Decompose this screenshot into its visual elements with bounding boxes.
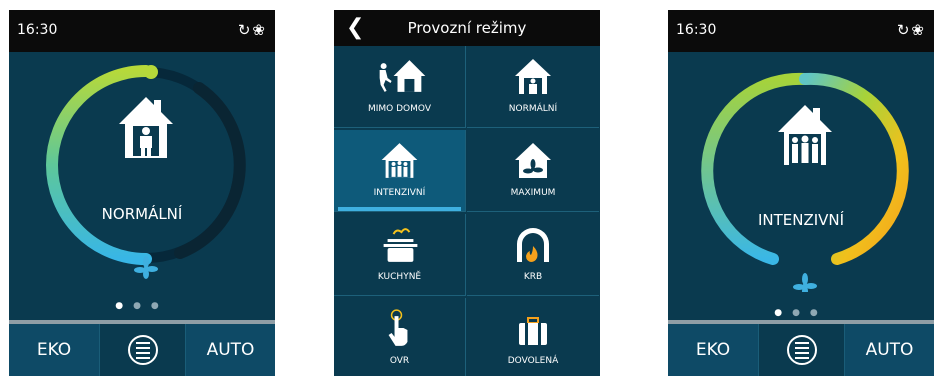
screen-operating-modes: ❮ Provozní režimy MIMO DOMOV NORMÁLNÍ IN… [334, 10, 600, 376]
ring-progress-left [701, 72, 811, 265]
screen-normal-mode: 16:30 ↻❀ NORMÁLNÍ ●●● EKO AUTO [9, 10, 275, 376]
refresh-icon: ↻ [896, 21, 912, 39]
mode-tile-kuchyne[interactable]: KUCHYNĚ [334, 214, 466, 296]
menu-icon [786, 335, 817, 365]
fireplace-icon [517, 228, 549, 262]
fan-icon: ❀ [911, 21, 926, 39]
bottom-bar: EKO AUTO [668, 320, 934, 376]
mode-tile-label: MIMO DOMOV [368, 104, 431, 114]
auto-button[interactable]: AUTO [845, 324, 934, 376]
mode-tile-maximum[interactable]: MAXIMUM [467, 130, 599, 212]
mode-tile-label: KUCHYNĚ [377, 272, 422, 282]
mode-tile-label: NORMÁLNÍ [508, 104, 558, 114]
mode-tile-label: OVR [389, 356, 410, 366]
intensive-home-icon [381, 143, 418, 178]
page-title: Provozní režimy [407, 19, 527, 37]
away-home-icon [379, 60, 426, 92]
cooking-pot-icon [383, 228, 418, 262]
eko-button[interactable]: EKO [668, 324, 758, 376]
bottom-bar: EKO AUTO [9, 320, 275, 376]
mode-tile-label: DOVOLENÁ [507, 356, 559, 366]
mode-ring [701, 72, 909, 292]
mode-tile-label: MAXIMUM [510, 188, 556, 198]
mode-tile-label: INTENZIVNÍ [373, 188, 426, 198]
screen-intensive-mode: 16:30 ↻❀ INTENZIVNÍ ●●● EKO AUTO [668, 10, 934, 376]
touch-hand-icon [388, 309, 408, 346]
ring-progress [46, 65, 152, 265]
menu-button[interactable] [99, 324, 186, 376]
page-indicator: ●●● [115, 301, 169, 311]
mode-label: NORMÁLNÍ [101, 205, 183, 223]
mode-ring [46, 65, 246, 279]
intensive-home-icon [778, 105, 832, 165]
status-bar: 16:30 ↻❀ [9, 10, 275, 52]
normal-home-icon [119, 97, 173, 158]
maximum-fan-home-icon [515, 143, 551, 178]
clock-time: 16:30 [676, 22, 717, 38]
status-bar: 16:30 ↻❀ [668, 10, 934, 52]
mode-tile-krb[interactable]: KRB [467, 214, 599, 296]
page-indicator: ●●● [774, 308, 828, 318]
mode-label: INTENZIVNÍ [757, 211, 845, 229]
refresh-icon: ↻ [237, 21, 253, 39]
status-icons: ↻❀ [897, 21, 926, 39]
menu-icon [127, 335, 158, 365]
mode-tile-dovolena[interactable]: DOVOLENÁ [467, 298, 599, 376]
menu-button[interactable] [758, 324, 845, 376]
active-indicator [338, 207, 461, 211]
mode-tile-mimo-domov[interactable]: MIMO DOMOV [334, 46, 466, 128]
normal-home-icon [515, 59, 551, 94]
fan-speed-icon [793, 273, 817, 292]
mode-tile-label: KRB [523, 272, 543, 282]
mode-tile-intenzivni[interactable]: INTENZIVNÍ [334, 130, 466, 212]
ring-handle[interactable] [144, 65, 158, 79]
suitcase-icon [519, 317, 547, 345]
ring-track-dark [174, 82, 246, 259]
header-bar: ❮ Provozní režimy [334, 10, 600, 46]
auto-button[interactable]: AUTO [186, 324, 275, 376]
mode-tile-ovr[interactable]: OVR [334, 298, 466, 376]
clock-time: 16:30 [17, 22, 58, 38]
status-icons: ↻❀ [238, 21, 267, 39]
fan-icon: ❀ [252, 21, 267, 39]
mode-tile-normalni[interactable]: NORMÁLNÍ [467, 46, 599, 128]
eko-button[interactable]: EKO [9, 324, 99, 376]
ring-progress-right [799, 72, 909, 265]
